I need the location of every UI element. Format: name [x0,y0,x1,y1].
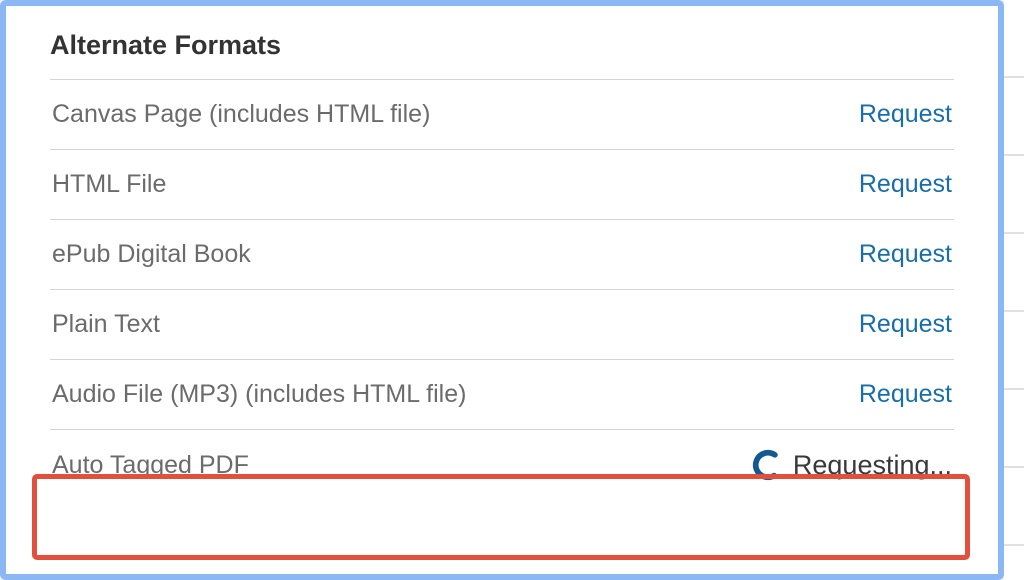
format-label: Plain Text [52,310,160,339]
format-label: ePub Digital Book [52,240,251,269]
requesting-text: Requesting... [793,450,952,481]
format-row-plain-text: Plain Text Request [50,290,954,360]
format-label: Canvas Page (includes HTML file) [52,100,430,129]
format-row-audio-file: Audio File (MP3) (includes HTML file) Re… [50,360,954,430]
request-button[interactable]: Request [859,240,952,269]
requesting-status: Requesting... [751,448,952,482]
request-button[interactable]: Request [859,310,952,339]
format-label: Auto Tagged PDF [52,451,249,480]
request-button[interactable]: Request [859,170,952,199]
format-label: Audio File (MP3) (includes HTML file) [52,380,466,409]
background-stripes [1004,0,1024,580]
format-row-epub: ePub Digital Book Request [50,220,954,290]
format-row-auto-tagged-pdf: Auto Tagged PDF Requesting... [50,430,954,500]
format-label: HTML File [52,170,166,199]
request-button[interactable]: Request [859,100,952,129]
format-row-canvas-page: Canvas Page (includes HTML file) Request [50,80,954,150]
alternate-formats-panel: Alternate Formats Canvas Page (includes … [0,0,1004,580]
format-row-html-file: HTML File Request [50,150,954,220]
request-button[interactable]: Request [859,380,952,409]
formats-list: Canvas Page (includes HTML file) Request… [50,79,954,500]
panel-title: Alternate Formats [6,30,998,79]
loading-spinner-icon [751,448,785,482]
